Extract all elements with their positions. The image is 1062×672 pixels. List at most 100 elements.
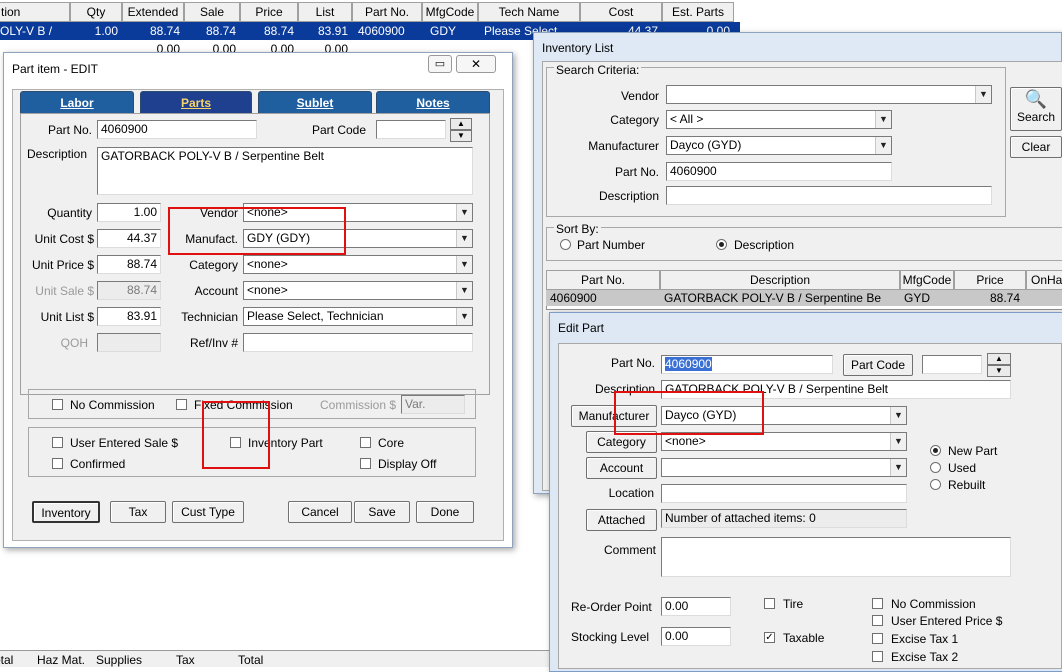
manufacturer-select[interactable]: Dayco (GYD) ▼ <box>666 136 892 155</box>
chevron-down-icon[interactable]: ▼ <box>456 308 472 325</box>
grid-header[interactable]: Extended <box>122 2 184 22</box>
tab-parts[interactable]: Parts <box>140 91 252 113</box>
cancel-button[interactable]: Cancel <box>288 501 352 523</box>
chevron-down-icon[interactable]: ▼ <box>456 282 472 299</box>
chevron-down-icon[interactable]: ▼ <box>890 459 906 476</box>
core-checkbox[interactable] <box>360 437 371 448</box>
window-title: Inventory List <box>542 41 614 55</box>
footer-bar: Total Haz Mat. Supplies Tax Total <box>0 650 560 667</box>
chevron-down-icon[interactable]: ▼ <box>890 407 906 424</box>
inventory-button[interactable]: Inventory <box>32 501 100 523</box>
chevron-down-icon[interactable]: ▼ <box>456 230 472 247</box>
grid-header[interactable]: Cost <box>580 2 662 22</box>
fixed-commission-checkbox[interactable] <box>176 399 187 410</box>
description-field[interactable] <box>666 186 992 205</box>
no-commission-checkbox[interactable] <box>52 399 63 410</box>
display-off-checkbox[interactable] <box>360 458 371 469</box>
footer-hazmat-label: Haz Mat. <box>37 653 86 667</box>
excise-tax-2-checkbox[interactable] <box>872 651 883 662</box>
chevron-down-icon[interactable]: ▼ <box>875 137 891 154</box>
table-row[interactable]: 4060900 GATORBACK POLY-V B / Serpentine … <box>546 290 1062 306</box>
grid-header[interactable]: Tech Name <box>478 2 580 22</box>
grid-header[interactable]: MfgCode <box>422 2 478 22</box>
reorder-field[interactable]: 0.00 <box>661 597 731 616</box>
clear-button[interactable]: Clear <box>1010 136 1062 158</box>
part-code-field[interactable] <box>376 120 446 139</box>
chevron-down-icon[interactable]: ▼ <box>456 256 472 273</box>
part-no-label: Part No. <box>614 165 659 179</box>
description-textarea[interactable]: GATORBACK POLY-V B / Serpentine Belt <box>97 147 473 195</box>
excise-tax-1-checkbox[interactable] <box>872 633 883 644</box>
grid-header[interactable]: Part No. <box>352 2 422 22</box>
grid-header[interactable]: Part No. <box>546 270 660 290</box>
user-entered-sale-checkbox[interactable] <box>52 437 63 448</box>
part-code-button[interactable]: Part Code <box>843 354 913 376</box>
account-button[interactable]: Account <box>586 457 657 479</box>
grid-header[interactable]: List <box>298 2 352 22</box>
grid-header[interactable]: Description <box>660 270 900 290</box>
location-field[interactable] <box>661 484 907 503</box>
sort-description-label: Description <box>734 238 795 252</box>
account-select[interactable]: <none> ▼ <box>243 281 473 300</box>
vendor-select[interactable]: ▼ <box>666 85 992 104</box>
confirmed-checkbox[interactable] <box>52 458 63 469</box>
unit-cost-field[interactable]: 44.37 <box>97 229 161 248</box>
close-icon[interactable]: ✕ <box>456 55 496 73</box>
rebuilt-label: Rebuilt <box>948 478 986 492</box>
unit-price-field[interactable]: 88.74 <box>97 255 161 274</box>
cust-type-button[interactable]: Cust Type <box>172 501 244 523</box>
grid-header[interactable]: Price <box>240 2 298 22</box>
category-select[interactable]: <none> ▼ <box>243 255 473 274</box>
quantity-field[interactable]: 1.00 <box>97 203 161 222</box>
used-radio[interactable] <box>930 462 941 473</box>
refinv-field[interactable] <box>243 333 473 352</box>
tire-checkbox[interactable] <box>764 598 775 609</box>
attached-button[interactable]: Attached <box>586 509 657 531</box>
category-label: Category <box>610 113 659 127</box>
grid-header[interactable]: Est. Parts <box>662 2 734 22</box>
part-no-field[interactable]: 4060900 <box>666 162 892 181</box>
category-select[interactable]: < All > ▼ <box>666 110 892 129</box>
chevron-down-icon[interactable]: ▼ <box>890 433 906 450</box>
part-no-field[interactable]: 4060900 <box>97 120 257 139</box>
spin-down-icon[interactable]: ▼ <box>987 365 1011 377</box>
unit-list-label: Unit List $ <box>40 310 94 324</box>
taxable-checkbox[interactable]: ✓ <box>764 632 775 643</box>
done-button[interactable]: Done <box>416 501 474 523</box>
grid-header[interactable]: Qty <box>70 2 122 22</box>
search-button[interactable]: 🔍 Search <box>1010 87 1062 131</box>
chevron-down-icon[interactable]: ▼ <box>975 86 991 103</box>
unit-price-label: Unit Price $ <box>31 258 94 272</box>
rebuilt-radio[interactable] <box>930 479 941 490</box>
tax-button[interactable]: Tax <box>110 501 166 523</box>
sort-description-radio[interactable] <box>716 239 727 250</box>
tab-sublet[interactable]: Sublet <box>258 91 372 113</box>
spin-up-icon[interactable]: ▲ <box>450 118 472 130</box>
tab-labor[interactable]: Labor <box>20 91 134 113</box>
no-commission-checkbox[interactable] <box>872 598 883 609</box>
spin-up-icon[interactable]: ▲ <box>987 353 1011 365</box>
user-entered-price-checkbox[interactable] <box>872 615 883 626</box>
grid-header[interactable]: tion <box>0 2 70 22</box>
display-off-label: Display Off <box>378 457 437 471</box>
tab-notes[interactable]: Notes <box>376 91 490 113</box>
grid-header[interactable]: OnHa <box>1026 270 1062 290</box>
sort-part-number-radio[interactable] <box>560 239 571 250</box>
grid-header[interactable]: Price <box>954 270 1026 290</box>
manufacturer-label: Manufacturer <box>588 139 659 153</box>
spin-down-icon[interactable]: ▼ <box>450 130 472 142</box>
chevron-down-icon[interactable]: ▼ <box>456 204 472 221</box>
new-part-radio[interactable] <box>930 445 941 456</box>
part-no-field[interactable]: 4060900 <box>661 355 833 374</box>
grid-header[interactable]: MfgCode <box>900 270 954 290</box>
part-code-field[interactable] <box>922 355 982 374</box>
comment-textarea[interactable] <box>661 537 1011 577</box>
account-select[interactable]: ▼ <box>661 458 907 477</box>
technician-select[interactable]: Please Select, Technician ▼ <box>243 307 473 326</box>
grid-header[interactable]: Sale <box>184 2 240 22</box>
save-button[interactable]: Save <box>354 501 410 523</box>
stocking-field[interactable]: 0.00 <box>661 627 731 646</box>
unit-list-field[interactable]: 83.91 <box>97 307 161 326</box>
chevron-down-icon[interactable]: ▼ <box>875 111 891 128</box>
restore-icon[interactable]: ▭ <box>428 55 452 73</box>
